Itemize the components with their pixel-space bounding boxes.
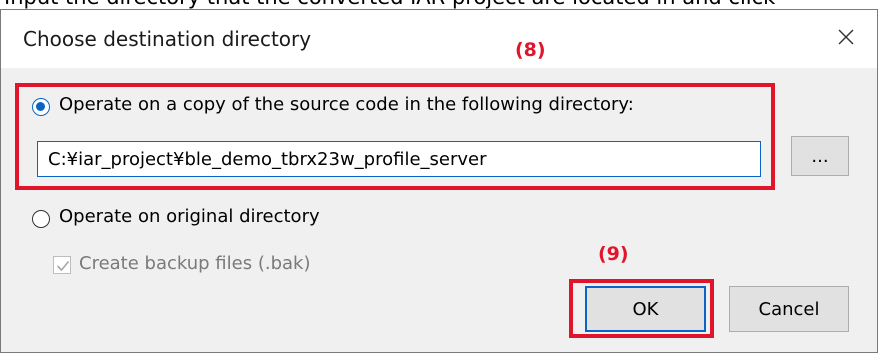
cropped-instruction-text: Input the directory that the converted I… bbox=[4, 0, 775, 9]
highlight-box-step-8 bbox=[15, 83, 775, 190]
dialog-titlebar: Choose destination directory bbox=[1, 10, 877, 68]
dialog-title: Choose destination directory bbox=[23, 27, 312, 51]
browse-button[interactable]: ... bbox=[791, 136, 849, 176]
highlight-box-step-9 bbox=[569, 279, 714, 338]
original-directory-radio[interactable] bbox=[32, 210, 50, 228]
backup-checkbox-label: Create backup files (.bak) bbox=[79, 253, 311, 274]
cancel-button[interactable]: Cancel bbox=[729, 286, 849, 332]
choose-destination-dialog: Choose destination directory (8) Operate… bbox=[0, 9, 878, 353]
annotation-step-8: (8) bbox=[515, 39, 546, 61]
original-directory-label[interactable]: Operate on original directory bbox=[59, 206, 320, 227]
backup-checkbox[interactable] bbox=[53, 256, 71, 274]
annotation-step-9: (9) bbox=[598, 243, 629, 265]
close-icon[interactable] bbox=[831, 22, 861, 52]
